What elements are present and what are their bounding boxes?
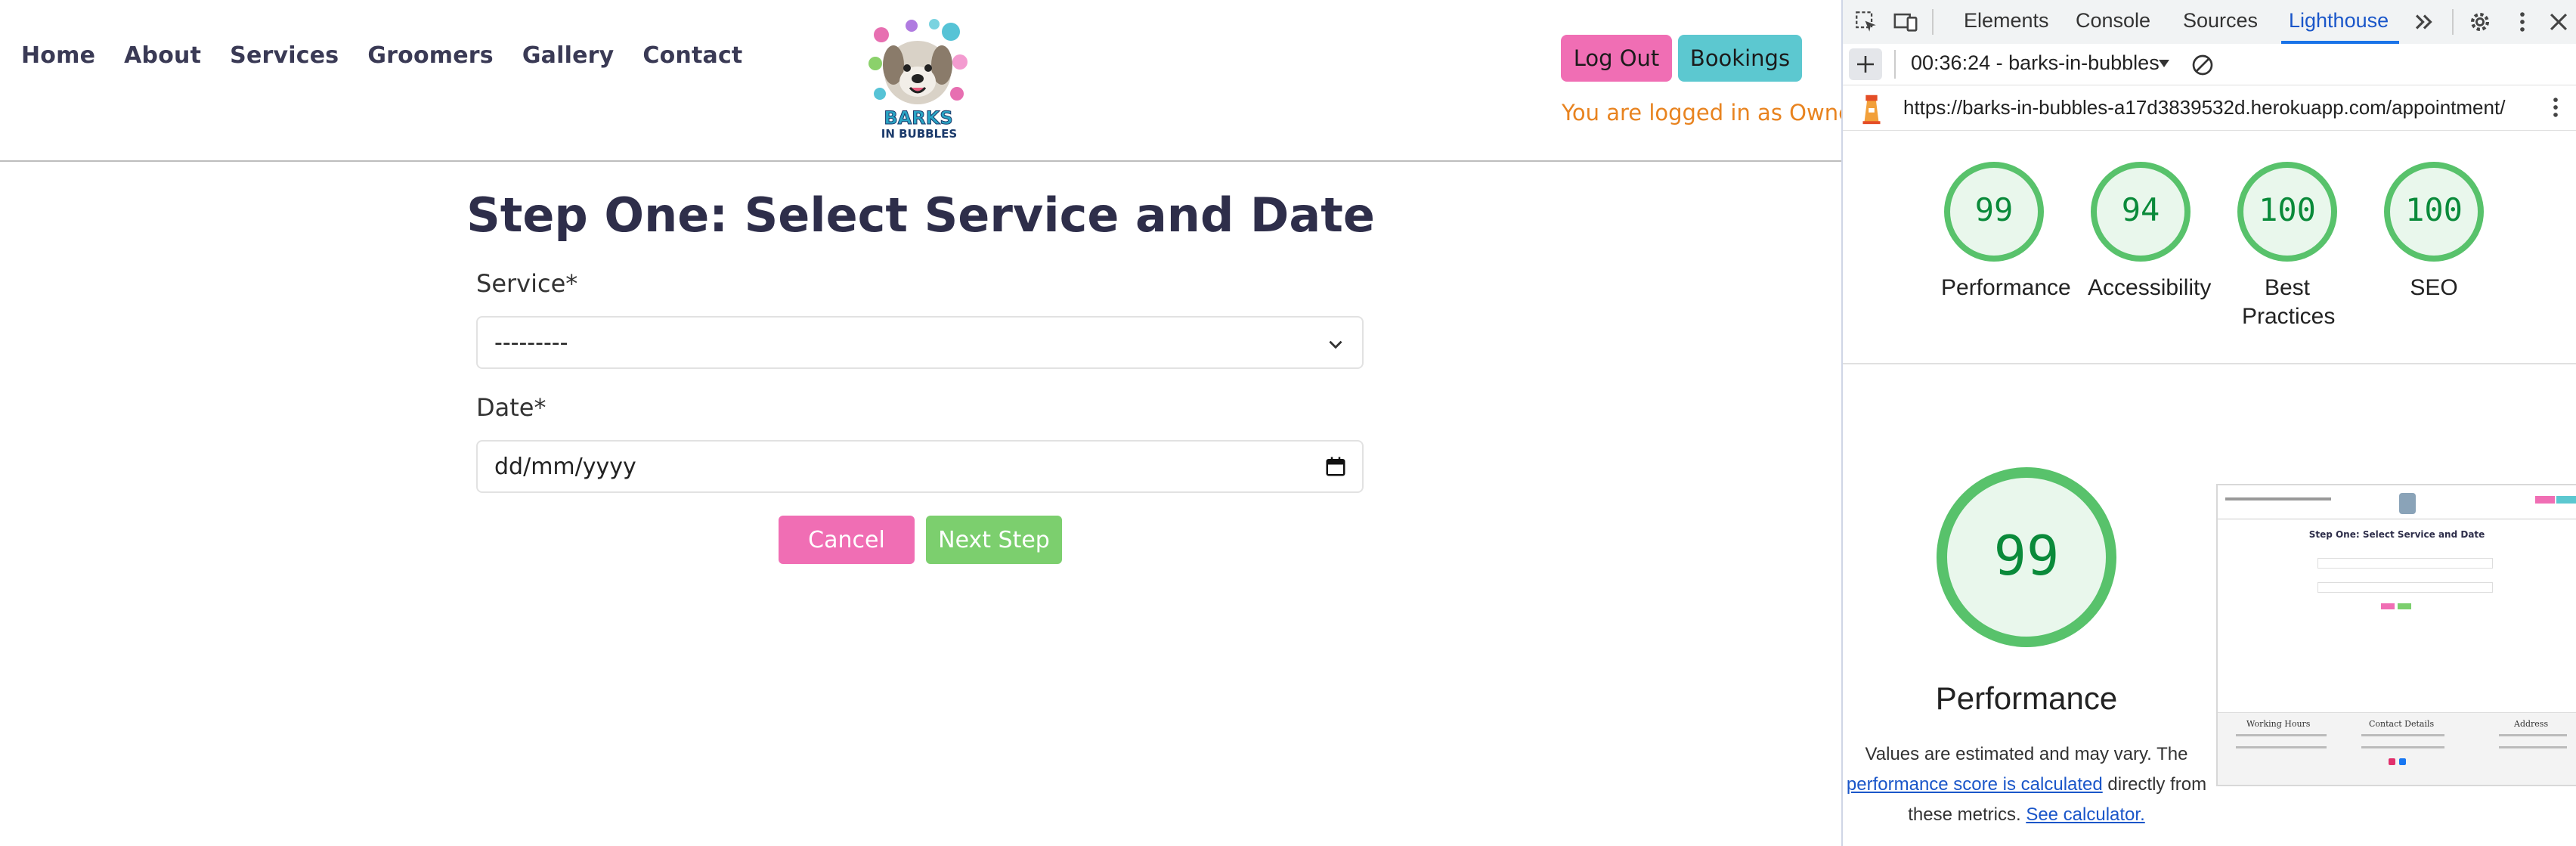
clear-icon[interactable] <box>2191 53 2215 77</box>
gauge-performance[interactable]: 99 Performance <box>1941 159 2071 302</box>
toolbar-divider <box>1932 9 1934 35</box>
new-report-button[interactable] <box>1849 48 1882 80</box>
thumb-footer-col-3: Address <box>2514 719 2549 729</box>
site-logo[interactable]: BARKS IN BUBBLES <box>866 18 969 142</box>
report-bar-divider <box>1894 50 1896 79</box>
site-header: Home About Services Groomers Gallery Con… <box>0 0 1841 162</box>
dropdown-triangle-icon[interactable] <box>2157 57 2171 70</box>
inspect-element-icon[interactable] <box>1853 9 1879 35</box>
see-calculator-link[interactable]: See calculator. <box>2026 804 2144 825</box>
score-label: Best Practices <box>2242 275 2336 329</box>
score-gauge: 99 <box>1944 162 2044 262</box>
calendar-icon[interactable] <box>1324 455 1347 478</box>
cancel-button[interactable]: Cancel <box>779 516 915 564</box>
main-nav: Home About Services Groomers Gallery Con… <box>21 42 771 69</box>
thumb-footer-col-1: Working Hours <box>2246 719 2311 729</box>
report-url-bar: https://barks-in-bubbles-a17d3839532d.he… <box>1843 85 2576 131</box>
lighthouse-icon <box>1862 95 1881 125</box>
nav-gallery[interactable]: Gallery <box>522 42 615 69</box>
big-score-value: 99 <box>1994 524 2060 587</box>
thumb-footer-line <box>2361 746 2444 748</box>
report-menu-icon[interactable] <box>2543 94 2568 121</box>
nav-contact[interactable]: Contact <box>642 42 742 69</box>
gauge-seo[interactable]: 100 SEO <box>2381 159 2487 302</box>
thumb-footer-col-2: Contact Details <box>2369 719 2435 729</box>
thumb-title: Step One: Select Service and Date <box>2308 529 2485 540</box>
nav-services[interactable]: Services <box>230 42 339 69</box>
thumb-footer-line <box>2499 746 2567 748</box>
logo-text-in-bubbles: IN BUBBLES <box>881 127 958 141</box>
service-select-value: --------- <box>494 330 568 356</box>
score-value: 100 <box>2405 191 2463 228</box>
thumb-logout <box>2535 496 2555 504</box>
more-tabs-icon[interactable] <box>2411 9 2437 35</box>
tab-console[interactable]: Console <box>2076 9 2150 33</box>
thumb-nav <box>2225 497 2331 500</box>
plus-icon <box>1857 56 1874 73</box>
thumb-bookings <box>2556 496 2576 504</box>
device-toolbar-icon[interactable] <box>1893 9 1918 35</box>
thumb-cancel <box>2381 603 2395 609</box>
gear-icon[interactable] <box>2467 9 2493 35</box>
nav-groomers[interactable]: Groomers <box>367 42 494 69</box>
thumb-footer-line <box>2499 734 2567 736</box>
date-label: Date* <box>476 393 546 422</box>
performance-description: Values are estimated and may vary. The p… <box>1843 739 2210 830</box>
service-label: Service* <box>476 269 578 298</box>
gauge-accessibility[interactable]: 94 Accessibility <box>2088 159 2212 302</box>
score-value: 99 <box>1975 191 2014 228</box>
logo-text-barks: BARKS <box>884 107 953 129</box>
kebab-menu-icon[interactable] <box>2509 9 2535 35</box>
thumb-date-field <box>2317 582 2493 593</box>
performance-title: Performance <box>1935 680 2118 716</box>
date-input-placeholder: dd/mm/yyyy <box>494 454 636 480</box>
thumb-next <box>2398 603 2411 609</box>
score-label: SEO <box>2410 275 2458 300</box>
thumb-footer-line <box>2361 734 2444 736</box>
tab-sources[interactable]: Sources <box>2183 9 2258 33</box>
tab-elements[interactable]: Elements <box>1964 9 2049 33</box>
page-title: Step One: Select Service and Date <box>466 187 1375 243</box>
website-viewport: Home About Services Groomers Gallery Con… <box>0 0 1841 846</box>
score-label: Accessibility <box>2088 275 2212 300</box>
score-value: 94 <box>2122 191 2160 228</box>
desc-text-1: Values are estimated and may vary. The <box>1865 744 2188 764</box>
score-gauge: 100 <box>2384 162 2484 262</box>
devtools-toolbar: Elements Console Sources Lighthouse <box>1843 0 2576 45</box>
thumb-footer: Working Hours Contact Details Address <box>2218 712 2576 785</box>
chevron-down-icon <box>1329 340 1342 349</box>
login-status-text: You are logged in as Owner <box>1562 100 1841 126</box>
bookings-button[interactable]: Bookings <box>1678 35 1802 82</box>
facebook-icon <box>2399 758 2406 765</box>
gauge-best-practices[interactable]: 100 Best Practices <box>2234 159 2340 331</box>
thumb-footer-line <box>2236 734 2327 736</box>
score-gauge: 94 <box>2091 162 2191 262</box>
tab-lighthouse[interactable]: Lighthouse <box>2289 9 2389 33</box>
report-selector[interactable]: 00:36:24 - barks-in-bubbles <box>1911 51 2160 75</box>
score-value: 100 <box>2259 191 2316 228</box>
service-select[interactable]: --------- <box>476 316 1364 369</box>
date-input[interactable]: dd/mm/yyyy <box>476 440 1364 493</box>
toolbar-divider-2 <box>2452 9 2454 35</box>
close-icon[interactable] <box>2546 9 2571 35</box>
report-url: https://barks-in-bubbles-a17d3839532d.he… <box>1903 96 2506 119</box>
logout-button[interactable]: Log Out <box>1561 35 1672 82</box>
performance-big-gauge: 99 <box>1937 467 2116 647</box>
score-gauge: 100 <box>2237 162 2337 262</box>
next-step-button[interactable]: Next Step <box>926 516 1062 564</box>
section-divider <box>1843 363 2576 364</box>
thumb-logo <box>2399 493 2416 514</box>
nav-home[interactable]: Home <box>21 42 95 69</box>
lighthouse-report-bar: 00:36:24 - barks-in-bubbles <box>1843 44 2576 85</box>
thumb-service-field <box>2317 558 2493 569</box>
instagram-icon <box>2389 758 2395 765</box>
score-label: Performance <box>1941 275 2071 300</box>
score-calculated-link[interactable]: performance score is calculated <box>1847 774 2103 795</box>
thumb-footer-line <box>2236 746 2327 748</box>
devtools-panel: Elements Console Sources Lighthouse 00:3… <box>1841 0 2576 846</box>
page-screenshot-thumbnail[interactable]: Step One: Select Service and Date Workin… <box>2216 484 2576 786</box>
nav-about[interactable]: About <box>124 42 201 69</box>
